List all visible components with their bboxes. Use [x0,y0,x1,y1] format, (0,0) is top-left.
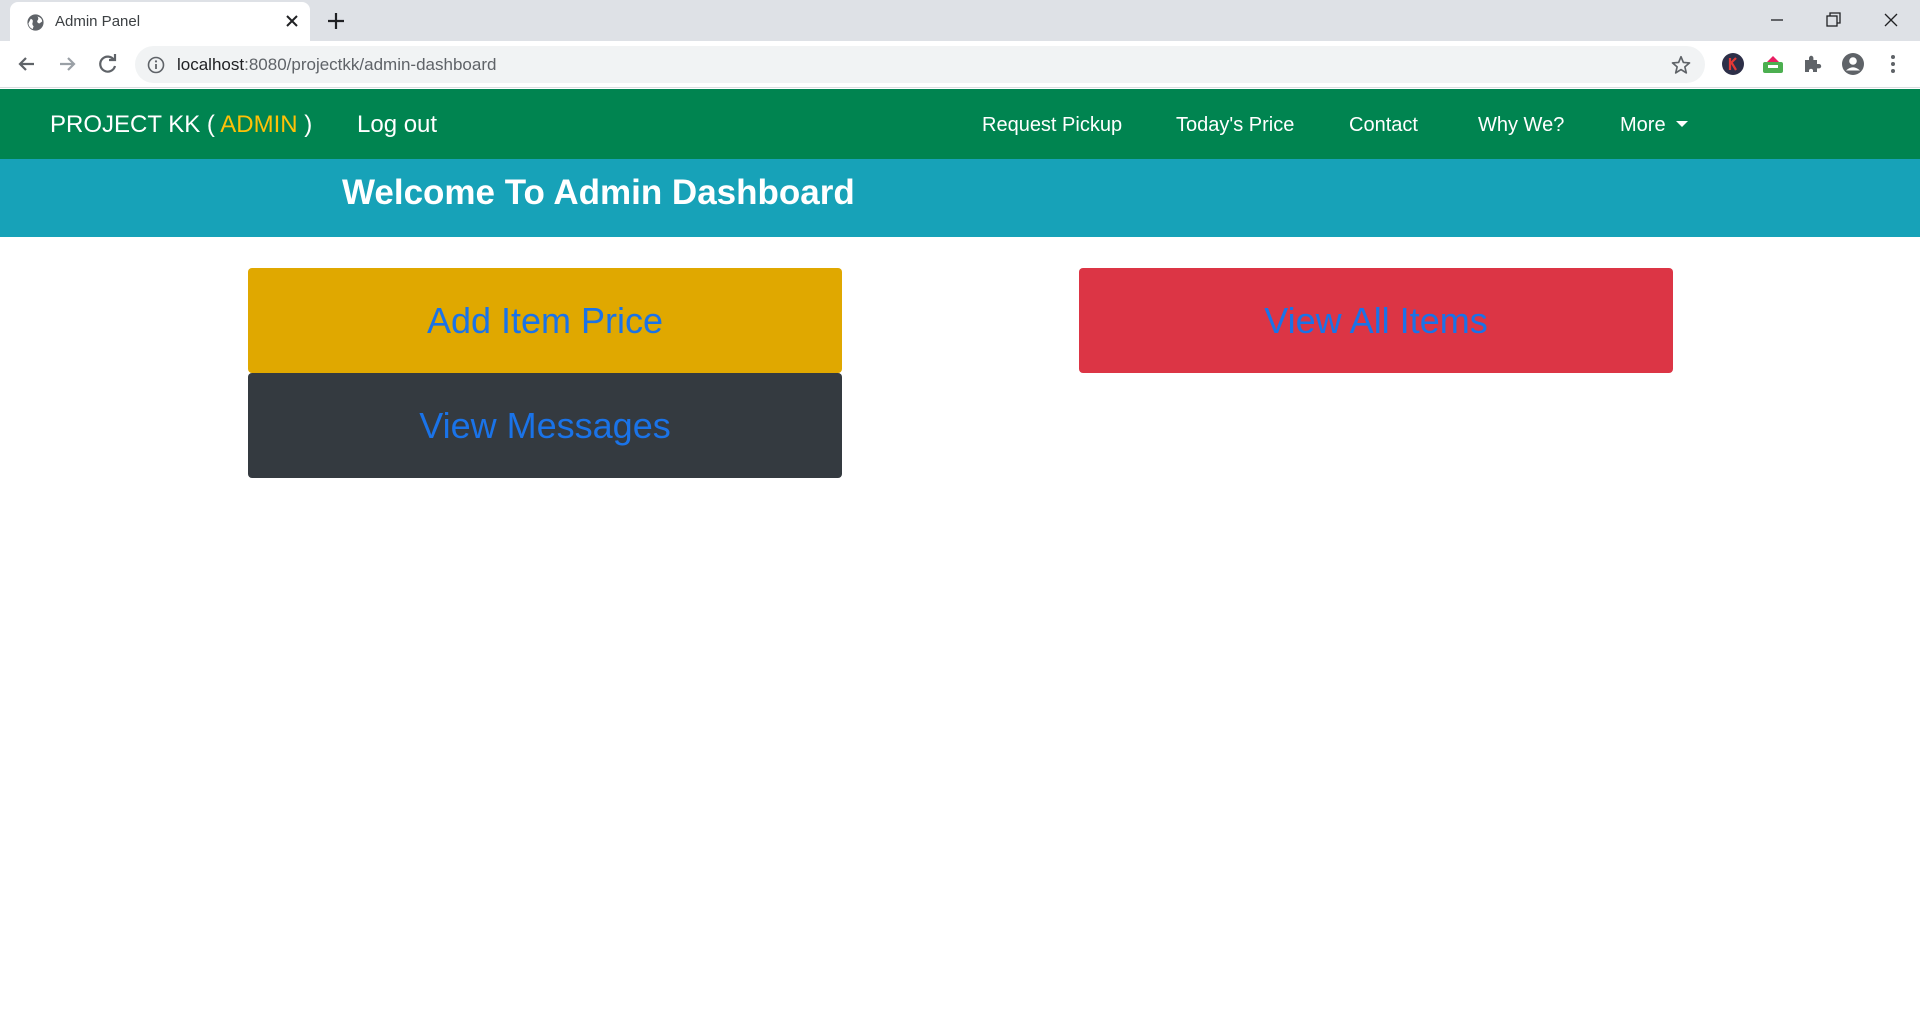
globe-icon [27,14,44,31]
url-text[interactable]: localhost:8080/projectkk/admin-dashboard [177,55,496,75]
close-icon[interactable] [282,11,302,31]
plus-icon[interactable] [324,9,348,33]
browser-toolbar: localhost:8080/projectkk/admin-dashboard [0,41,1920,88]
forward-arrow-icon[interactable] [54,51,80,77]
nav-todays-price[interactable]: Today's Price [1176,114,1294,137]
view-all-items-label: View All Items [1264,299,1488,341]
kebab-menu-icon[interactable] [1880,51,1906,77]
browser-tab-strip: Admin Panel [0,0,1920,41]
address-bar[interactable]: localhost:8080/projectkk/admin-dashboard [135,46,1705,83]
view-messages-label: View Messages [419,404,671,446]
minimize-icon[interactable] [1762,6,1792,34]
tab-title: Admin Panel [55,13,141,30]
close-window-icon[interactable] [1876,6,1906,34]
page-title: Welcome To Admin Dashboard [342,173,855,212]
star-icon[interactable] [1670,54,1692,76]
brand-suffix: ) [304,111,313,138]
brand[interactable]: PROJECT KK ( ADMIN ) [50,111,312,139]
nav-request-pickup[interactable]: Request Pickup [982,114,1122,137]
brand-prefix: PROJECT KK ( [50,111,215,138]
view-all-items-button[interactable]: View All Items [1079,268,1673,373]
browser-tab[interactable]: Admin Panel [10,2,310,41]
inbox-extension-icon[interactable] [1760,51,1786,77]
brand-admin-label: ADMIN [220,111,298,138]
profile-icon[interactable] [1840,51,1866,77]
caret-down-icon [1675,120,1688,127]
logout-link[interactable]: Log out [357,111,437,139]
back-arrow-icon[interactable] [14,51,40,77]
add-item-price-button[interactable]: Add Item Price [248,268,842,373]
welcome-banner: Welcome To Admin Dashboard [0,159,1920,237]
url-path: :8080/projectkk/admin-dashboard [244,55,497,74]
reload-icon[interactable] [95,51,121,77]
info-icon[interactable] [147,56,165,74]
url-host: localhost [177,55,245,74]
k-extension-icon[interactable] [1720,51,1746,77]
puzzle-icon[interactable] [1800,51,1826,77]
add-item-price-label: Add Item Price [426,299,664,341]
nav-more-label: More [1620,114,1666,136]
nav-more-dropdown[interactable]: More [1620,114,1688,137]
site-navbar: PROJECT KK ( ADMIN ) Log out Request Pic… [0,89,1920,159]
view-messages-button[interactable]: View Messages [248,373,842,478]
nav-why-we[interactable]: Why We? [1478,114,1564,137]
restore-icon[interactable] [1818,6,1848,34]
nav-contact[interactable]: Contact [1349,114,1418,137]
